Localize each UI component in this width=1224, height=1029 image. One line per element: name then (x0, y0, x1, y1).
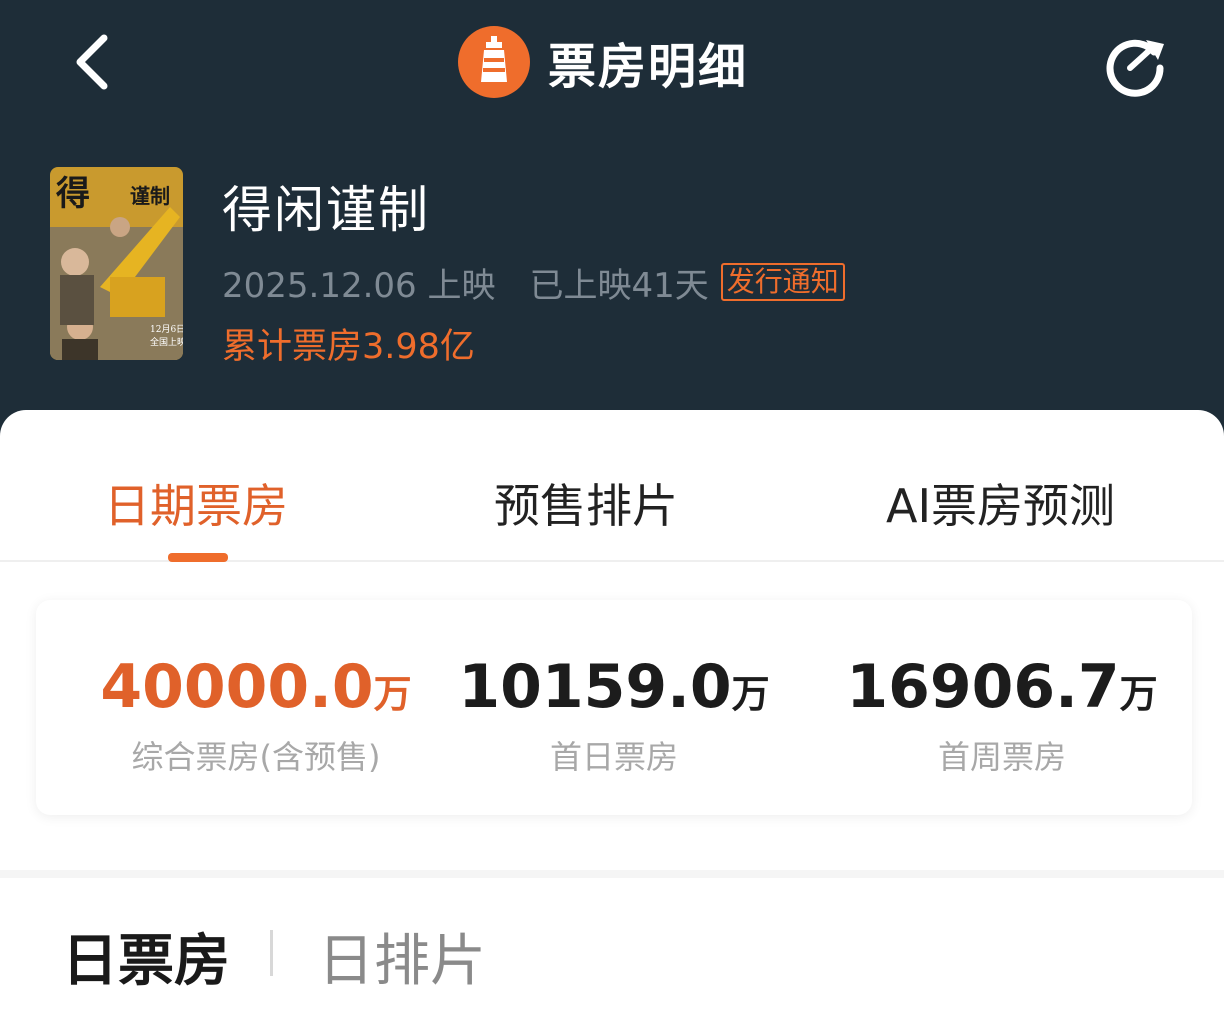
title-group: 票房明细 (458, 26, 749, 98)
stat-first-day-value: 10159.0万 (458, 652, 770, 722)
tab-presale-schedule[interactable]: 预售排片 (494, 470, 678, 536)
release-date: 2025.12.06 上映 (222, 265, 496, 306)
top-bar: 票房明细 (0, 0, 1224, 125)
stat-first-week-value: 16906.7万 (846, 652, 1158, 722)
poster-image: 得 谨制 12月6日 全国上映 (50, 167, 183, 360)
movie-poster[interactable]: 得 谨制 12月6日 全国上映 (50, 167, 183, 360)
svg-text:12月6日: 12月6日 (150, 324, 183, 335)
svg-text:全国上映: 全国上映 (150, 336, 183, 348)
stat-total-value: 40000.0万 (100, 652, 412, 722)
movie-title: 得闲谨制 (222, 181, 430, 239)
main-card: 日期票房 预售排片 AI票房预测 40000.0万 综合票房(含预售) 1015… (0, 410, 1224, 870)
refresh-icon (1106, 39, 1164, 97)
svg-text:得: 得 (55, 174, 90, 214)
refresh-button[interactable] (1100, 30, 1172, 102)
page-title: 票房明细 (548, 39, 749, 95)
active-tab-indicator (168, 553, 228, 562)
cumulative-box-office: 累计票房3.98亿 (222, 327, 475, 367)
stat-first-week-label: 首周票房 (937, 738, 1066, 776)
tab-ai-forecast[interactable]: AI票房预测 (886, 470, 1115, 536)
stat-first-day: 10159.0万 首日票房 (424, 652, 804, 778)
days-shown: 已上映41天 (529, 265, 709, 306)
subtab-divider (270, 930, 273, 976)
header: 票房明细 得 谨制 12月6日 全国上映 得闲谨制 2025.12.06 上映 … (0, 0, 1224, 440)
lighthouse-icon (481, 36, 507, 82)
daily-section: 日票房 日排片 (0, 878, 1224, 1029)
release-notice-badge[interactable]: 发行通知 (720, 263, 845, 301)
chevron-left-icon (76, 34, 108, 90)
stat-first-week: 16906.7万 首周票房 (812, 652, 1192, 778)
svg-text:谨制: 谨制 (130, 184, 170, 208)
back-button[interactable] (62, 28, 122, 96)
subtab-daily-schedule[interactable]: 日排片 (318, 916, 486, 997)
box-office-detail-page: 票房明细 得 谨制 12月6日 全国上映 得闲谨制 2025.12.06 上映 … (0, 0, 1224, 1029)
stat-first-day-label: 首日票房 (549, 738, 678, 776)
tab-bar: 日期票房 预售排片 AI票房预测 (0, 410, 1224, 562)
tab-daily-box-office[interactable]: 日期票房 (104, 470, 288, 536)
subtab-daily-box-office[interactable]: 日票房 (62, 916, 230, 997)
stat-total: 40000.0万 综合票房(含预售) (66, 652, 446, 778)
app-logo (458, 26, 530, 98)
stats-summary: 40000.0万 综合票房(含预售) 10159.0万 首日票房 16906.7… (36, 600, 1192, 815)
movie-meta: 2025.12.06 上映 已上映41天 发行通知 (222, 258, 845, 306)
stat-total-label: 综合票房(含预售) (131, 738, 381, 776)
